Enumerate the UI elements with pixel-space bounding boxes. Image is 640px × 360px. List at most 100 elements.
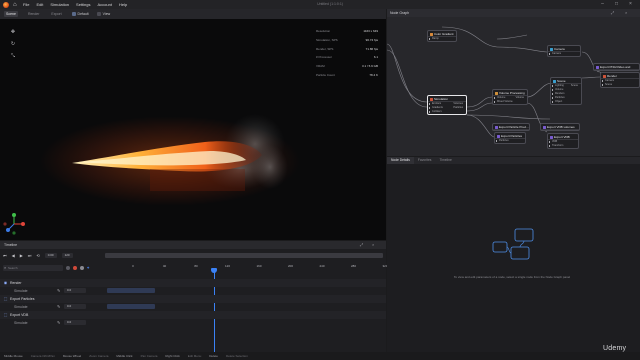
end-frame-field[interactable]: 120 xyxy=(61,253,73,258)
node-input-port[interactable]: Mixed Volume xyxy=(493,100,527,104)
skip-start-icon[interactable]: ⏮ xyxy=(3,253,7,258)
tab-render[interactable]: Render xyxy=(26,11,41,17)
menu-simulation[interactable]: Simulation xyxy=(50,2,69,7)
node-export-particles[interactable]: Export Particles Particles xyxy=(494,132,526,144)
tab-scene[interactable]: Scene xyxy=(4,11,18,17)
maximize-icon[interactable]: □ xyxy=(614,2,619,7)
tab-node-details[interactable]: Node Details xyxy=(387,157,414,164)
home-icon[interactable]: ⌂ xyxy=(13,2,19,8)
timeline-ruler[interactable]: 0 40 80 120 160 200 240 280 320 xyxy=(105,263,387,272)
shortcut-key: Middle Click xyxy=(116,354,133,358)
node-input-port[interactable]: Scene xyxy=(601,83,639,87)
track-type-icon: ⬚ xyxy=(3,296,8,302)
ruler-tick-label: 160 xyxy=(256,264,262,268)
app-logo-icon xyxy=(3,1,9,8)
settings-icon[interactable] xyxy=(80,265,84,270)
port-label: Ramp xyxy=(432,37,439,40)
tab-export[interactable]: Export xyxy=(49,11,63,17)
node-export-particle-preview[interactable]: Export Particle Previ... xyxy=(492,123,530,131)
node-details-panel: Node Details Favorites Timeline To view … xyxy=(387,157,640,352)
track-search-input[interactable]: Search xyxy=(3,264,63,271)
panel-close-icon[interactable]: × xyxy=(625,10,627,15)
timeline-title: Timeline xyxy=(4,243,18,247)
rotate-tool-icon[interactable]: ↻ xyxy=(10,41,16,47)
close-icon[interactable]: × xyxy=(628,2,633,7)
node-input-port[interactable]: Particles xyxy=(495,139,525,143)
expand-icon[interactable]: ⤢ xyxy=(360,242,363,247)
sub-track-row[interactable]: Simulate ✎ 0.0 xyxy=(0,287,386,295)
keyframe-icon[interactable]: ✎ xyxy=(57,288,60,293)
axis-gizmo-icon[interactable] xyxy=(2,212,26,236)
track-row[interactable]: ◉ Render xyxy=(0,279,386,287)
node-volume-processing[interactable]: Volume Processing Volume Volume Mixed Volum… xyxy=(492,89,528,105)
sub-track-name: Simulate xyxy=(14,320,28,325)
panel-close-icon[interactable]: × xyxy=(372,242,374,247)
timeline-scrollbar[interactable] xyxy=(105,253,383,258)
keyframe-icon[interactable]: ✎ xyxy=(57,320,60,325)
node-input-port[interactable]: Camera xyxy=(548,52,580,56)
node-color-gradient[interactable]: Color Gradient Ramp xyxy=(427,30,457,42)
track-clip[interactable] xyxy=(107,304,155,310)
node-simulation[interactable]: Simulation Emitters Volumes Gradients Partic… xyxy=(427,95,467,115)
sub-track-row[interactable]: Simulate ✎ 0.0 xyxy=(0,319,386,327)
keyframe-value[interactable]: 0.0 xyxy=(64,320,86,326)
track-row[interactable]: ⬚ Export Particles xyxy=(0,295,386,303)
view-select[interactable]: View xyxy=(96,12,110,16)
track-row[interactable]: ⬚ Export VDB xyxy=(0,311,386,319)
stat-label: # Processor xyxy=(316,55,333,60)
viewport[interactable]: ✥ ↻ ⤡ Resolution 1163 x 649 Simulation, S… xyxy=(0,19,386,240)
step-back-icon[interactable]: ◀ xyxy=(12,253,15,258)
stat-row: Render, SPS 71.86 fps xyxy=(316,44,378,53)
sub-track-row[interactable]: Simulate ✎ 0.0 xyxy=(0,303,386,311)
menu-account[interactable]: Account xyxy=(98,2,112,7)
stat-label: VRAM xyxy=(316,64,325,69)
start-frame-field[interactable]: 0.00 xyxy=(44,253,57,258)
playhead-handle[interactable] xyxy=(211,268,217,273)
play-icon[interactable]: ▶ xyxy=(20,253,23,258)
node-export-vdb[interactable]: Export VDB VDB Transform xyxy=(547,133,579,149)
stats-overlay: Resolution 1163 x 649 Simulation, SPS 90.7… xyxy=(316,27,378,79)
minimize-icon[interactable]: – xyxy=(600,2,605,7)
stat-value: 90.74 fps xyxy=(365,38,378,43)
node-export-vdb-volumes[interactable]: Export VDB volumes xyxy=(540,123,580,131)
tab-timeline[interactable]: Timeline xyxy=(435,157,455,164)
menu-edit[interactable]: Edit xyxy=(36,2,43,7)
move-tool-icon[interactable]: ✥ xyxy=(10,29,16,35)
node-input-port[interactable]: Ramp xyxy=(428,37,456,41)
menu-settings[interactable]: Settings xyxy=(76,2,90,7)
node-render[interactable]: Render Camera Scene xyxy=(600,72,640,88)
shortcut-desc: Zoom Camera xyxy=(89,354,109,358)
node-input-port[interactable]: Object xyxy=(551,100,581,104)
ruler-tick-label: 120 xyxy=(224,264,231,268)
shortcut-key: Delete xyxy=(209,354,218,358)
menu-help[interactable]: Help xyxy=(119,2,127,7)
stat-row: VRAM 3.1 / 5.9 GB xyxy=(316,62,378,71)
tab-favorites[interactable]: Favorites xyxy=(414,157,436,164)
stat-value: 6.1 xyxy=(373,55,378,60)
node-graph-panel[interactable]: Node Graph ⤢ × Color Gradient Ramp Camera C… xyxy=(387,9,640,156)
node-input-port[interactable]: Transform xyxy=(548,144,578,148)
menu-file[interactable]: File xyxy=(23,2,29,7)
shortcut-desc: Pan Camera xyxy=(140,354,158,358)
eye-icon xyxy=(96,12,101,16)
node-camera[interactable]: Camera Camera xyxy=(547,45,581,57)
empty-selection-message: To view and edit parameters of a node, s… xyxy=(453,275,571,279)
skip-end-icon[interactable]: ⏭ xyxy=(28,253,32,258)
stat-label: Resolution xyxy=(316,29,331,34)
scale-tool-icon[interactable]: ⤡ xyxy=(10,53,16,59)
node-scene[interactable]: Scene Lighting Scene Volume Renders Particles… xyxy=(550,77,582,105)
expand-icon[interactable]: ⤢ xyxy=(611,10,614,15)
loop-icon[interactable]: ⟲ xyxy=(36,253,39,258)
node-input-port[interactable]: Colliders xyxy=(428,110,466,114)
filter-icon[interactable] xyxy=(66,265,70,270)
shortcut-key: Right Click xyxy=(165,354,180,358)
record-icon[interactable] xyxy=(73,265,77,270)
node-export-png[interactable]: Export PNG/Video and Image Sequence xyxy=(593,63,640,75)
track-clip[interactable] xyxy=(107,288,155,294)
keyframe-icon[interactable]: ✎ xyxy=(57,304,60,309)
snap-icon[interactable]: ⌖ xyxy=(87,265,89,270)
camera-select[interactable]: Default xyxy=(71,12,89,16)
keyframe-value[interactable]: 0.0 xyxy=(64,304,86,310)
keyframe-value[interactable]: 0.0 xyxy=(64,288,86,294)
port-label: Object xyxy=(555,100,563,103)
